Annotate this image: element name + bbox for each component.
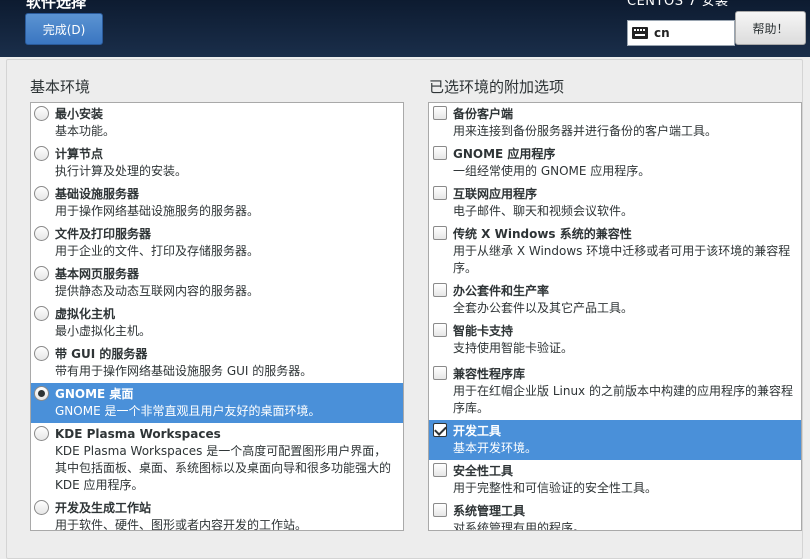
item-description: 基本开发环境。 — [453, 441, 538, 455]
keyboard-icon — [632, 27, 648, 39]
item-description: 提供静态及动态互联网内容的服务器。 — [55, 284, 260, 298]
item-title: 开发工具 — [453, 424, 502, 438]
base-env-item[interactable]: 虚拟化主机 最小虚拟化主机。 — [31, 303, 403, 343]
item-title: 系统管理工具 — [453, 504, 526, 518]
addon-item[interactable]: 备份客户端 用来连接到备份服务器并进行备份的客户端工具。 — [429, 103, 801, 143]
help-button[interactable]: 帮助！ — [735, 11, 806, 45]
checkbox[interactable] — [433, 226, 447, 240]
item-description: 用来连接到备份服务器并进行备份的客户端工具。 — [453, 124, 718, 138]
item-title: 开发及生成工作站 — [55, 501, 152, 515]
radio-button[interactable] — [34, 426, 49, 441]
item-title: 计算节点 — [55, 147, 104, 161]
radio-button[interactable] — [34, 146, 49, 161]
item-title: GNOME 应用程序 — [453, 147, 556, 161]
item-description: 带有用于操作网络基础设施服务 GUI 的服务器。 — [55, 364, 313, 378]
item-title: 智能卡支持 — [453, 324, 514, 338]
item-title: 传统 X Windows 系统的兼容性 — [453, 227, 632, 241]
item-title: 兼容性程序库 — [453, 367, 526, 381]
item-title: GNOME 桌面 — [55, 387, 134, 401]
item-title: 互联网应用程序 — [453, 187, 538, 201]
keyboard-layout-label: cn — [654, 26, 670, 40]
item-description: 支持使用智能卡验证。 — [453, 341, 574, 355]
item-description: 用于在红帽企业版 Linux 的之前版本中构建的应用程序的兼容程序库。 — [453, 384, 793, 415]
base-env-item[interactable]: 计算节点 执行计算及处理的安装。 — [31, 143, 403, 183]
radio-button[interactable] — [34, 386, 49, 401]
addon-item-selected[interactable]: 开发工具 基本开发环境。 — [429, 420, 801, 460]
base-env-item[interactable]: KDE Plasma Workspaces KDE Plasma Workspa… — [31, 423, 403, 497]
radio-button[interactable] — [34, 106, 49, 121]
item-description: 用于企业的文件、打印及存储服务器。 — [55, 244, 260, 258]
addons-title: 已选环境的附加选项 — [429, 78, 565, 96]
base-env-item[interactable]: 基础设施服务器 用于操作网络基础设施服务的服务器。 — [31, 183, 403, 223]
keyboard-layout-indicator[interactable]: cn — [627, 20, 735, 46]
radio-button[interactable] — [34, 500, 49, 515]
radio-button[interactable] — [34, 346, 49, 361]
item-title: 基本网页服务器 — [55, 267, 140, 281]
done-button[interactable]: 完成(D) — [25, 13, 103, 45]
item-description: 用于软件、硬件、图形或者内容开发的工作站。 — [55, 518, 308, 531]
item-title: 最小安装 — [55, 107, 104, 121]
radio-button[interactable] — [34, 266, 49, 281]
item-description: 对系统管理有用的程序。 — [453, 521, 586, 531]
item-description: 基本功能。 — [55, 124, 116, 138]
base-env-item[interactable]: 开发及生成工作站 用于软件、硬件、图形或者内容开发的工作站。 — [31, 497, 403, 531]
item-description: 最小虚拟化主机。 — [55, 324, 152, 338]
base-env-item[interactable]: 带 GUI 的服务器 带有用于操作网络基础设施服务 GUI 的服务器。 — [31, 343, 403, 383]
item-title: 备份客户端 — [453, 107, 514, 121]
item-title: 虚拟化主机 — [55, 307, 116, 321]
item-title: 带 GUI 的服务器 — [55, 347, 148, 361]
radio-button[interactable] — [34, 186, 49, 201]
checkbox[interactable] — [433, 323, 447, 337]
item-description: 用于完整性和可信验证的安全性工具。 — [453, 481, 658, 495]
item-description: 用于从继承 X Windows 环境中迁移或者可用于该环境的兼容程序。 — [453, 244, 791, 275]
addon-item[interactable]: 互联网应用程序 电子邮件、聊天和视频会议软件。 — [429, 183, 801, 223]
item-description: 一组经常使用的 GNOME 应用程序。 — [453, 164, 651, 178]
checkbox[interactable] — [433, 463, 447, 477]
item-title: 安全性工具 — [453, 464, 514, 478]
install-title: CENTOS 7 安装 — [627, 0, 729, 9]
item-title: KDE Plasma Workspaces — [55, 427, 221, 441]
checkbox[interactable] — [433, 186, 447, 200]
item-title: 基础设施服务器 — [55, 187, 140, 201]
addon-item[interactable]: 兼容性程序库 用于在红帽企业版 Linux 的之前版本中构建的应用程序的兼容程序… — [429, 363, 801, 420]
item-description: KDE Plasma Workspaces 是一个高度可配置图形用户界面，其中包… — [55, 444, 392, 492]
addon-item[interactable]: 智能卡支持 支持使用智能卡验证。 — [429, 320, 801, 360]
radio-button[interactable] — [34, 226, 49, 241]
item-description: GNOME 是一个非常直观且用户友好的桌面环境。 — [55, 404, 321, 418]
checkbox[interactable] — [433, 146, 447, 160]
addon-item[interactable]: 办公套件和生产率 全套办公套件以及其它产品工具。 — [429, 280, 801, 320]
checkbox[interactable] — [433, 283, 447, 297]
page-title: 软件选择 — [26, 0, 87, 11]
item-description: 全套办公套件以及其它产品工具。 — [453, 301, 634, 315]
base-env-item[interactable]: 最小安装 基本功能。 — [31, 103, 403, 143]
addon-item[interactable]: 传统 X Windows 系统的兼容性 用于从继承 X Windows 环境中迁… — [429, 223, 801, 280]
base-env-item[interactable]: 文件及打印服务器 用于企业的文件、打印及存储服务器。 — [31, 223, 403, 263]
addon-item[interactable]: 安全性工具 用于完整性和可信验证的安全性工具。 — [429, 460, 801, 500]
base-env-title: 基本环境 — [30, 78, 91, 96]
item-title: 文件及打印服务器 — [55, 227, 152, 241]
checkbox[interactable] — [433, 106, 447, 120]
item-description: 用于操作网络基础设施服务的服务器。 — [55, 204, 260, 218]
base-env-item-selected[interactable]: GNOME 桌面 GNOME 是一个非常直观且用户友好的桌面环境。 — [31, 383, 403, 423]
checkbox[interactable] — [433, 366, 447, 380]
addons-list: 备份客户端 用来连接到备份服务器并进行备份的客户端工具。 GNOME 应用程序 … — [428, 102, 802, 531]
addon-item[interactable]: 系统管理工具 对系统管理有用的程序。 — [429, 500, 801, 531]
base-env-item[interactable]: 基本网页服务器 提供静态及动态互联网内容的服务器。 — [31, 263, 403, 303]
checkbox[interactable] — [433, 503, 447, 517]
checkbox[interactable] — [433, 423, 447, 437]
item-description: 执行计算及处理的安装。 — [55, 164, 188, 178]
item-title: 办公套件和生产率 — [453, 284, 550, 298]
header-bar: 软件选择 完成(D) CENTOS 7 安装 cn 帮助！ — [0, 0, 810, 57]
addon-item[interactable]: GNOME 应用程序 一组经常使用的 GNOME 应用程序。 — [429, 143, 801, 183]
item-description: 电子邮件、聊天和视频会议软件。 — [453, 204, 634, 218]
radio-button[interactable] — [34, 306, 49, 321]
base-env-list: 最小安装 基本功能。 计算节点 执行计算及处理的安装。 基础设施服务器 用于操作… — [30, 102, 404, 531]
